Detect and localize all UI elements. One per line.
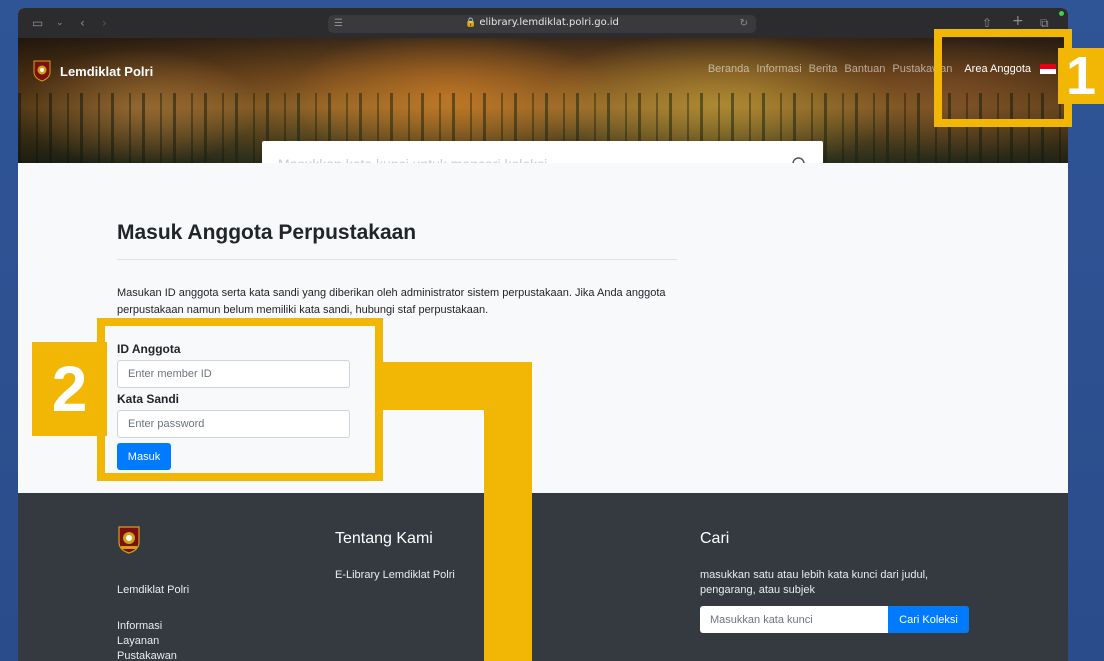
nav-berita[interactable]: Berita: [809, 63, 838, 75]
footer-link-informasi[interactable]: Informasi: [117, 619, 162, 634]
brand[interactable]: Lemdiklat Polri: [32, 60, 153, 82]
footer-search-text: masukkan satu atau lebih kata kunci dari…: [700, 569, 929, 596]
address-bar[interactable]: ☰ 🔒 elibrary.lemdiklat.polri.go.id ↻: [328, 15, 756, 33]
forward-icon[interactable]: ›: [102, 16, 107, 30]
chevron-down-icon[interactable]: ⌄: [56, 16, 64, 30]
tabs-overview-icon[interactable]: ⧉: [1040, 16, 1049, 30]
share-icon[interactable]: ⇧: [982, 16, 992, 30]
footer: Lemdiklat Polri Informasi Layanan Pustak…: [18, 493, 1068, 661]
reload-icon[interactable]: ↻: [740, 17, 748, 31]
footer-search-button[interactable]: Cari Koleksi: [888, 606, 969, 633]
footer-about-text: E-Library Lemdiklat Polri: [335, 569, 455, 581]
lemdiklat-logo-icon: [33, 60, 51, 82]
annotation-connector-vertical: [484, 362, 532, 661]
divider: [117, 259, 677, 260]
camera-indicator: [1059, 11, 1064, 16]
url-text: elibrary.lemdiklat.polri.go.id: [479, 17, 619, 28]
footer-about-title: Tentang Kami: [335, 530, 433, 547]
back-icon[interactable]: ‹: [80, 16, 85, 30]
footer-link-layanan[interactable]: Layanan: [117, 634, 159, 649]
lock-icon: 🔒: [465, 18, 477, 28]
nav-bantuan[interactable]: Bantuan: [844, 63, 885, 75]
nav-informasi[interactable]: Informasi: [756, 63, 801, 75]
footer-search-title: Cari: [700, 530, 730, 547]
annotation-box-1: [934, 29, 1072, 127]
annotation-box-2: [97, 318, 383, 481]
sidebar-toggle-icon[interactable]: ▭: [32, 16, 43, 30]
browser-toolbar: ▭ ⌄ ‹ › ☰ 🔒 elibrary.lemdiklat.polri.go.i…: [18, 8, 1068, 38]
lemdiklat-emblem-icon: [118, 526, 140, 554]
new-tab-icon[interactable]: +: [1012, 14, 1024, 28]
brand-name: Lemdiklat Polri: [60, 63, 154, 79]
footer-search-input[interactable]: [700, 606, 888, 633]
login-intro-text: Masukan ID anggota serta kata sandi yang…: [117, 287, 666, 316]
annotation-badge-2: 2: [32, 342, 107, 436]
footer-org-name: Lemdiklat Polri: [117, 584, 190, 596]
annotation-badge-1: 1: [1058, 48, 1104, 104]
nav-beranda[interactable]: Beranda: [708, 63, 750, 75]
page-title: Masuk Anggota Perpustakaan: [117, 221, 417, 244]
footer-link-pustakawan[interactable]: Pustakawan: [117, 649, 177, 661]
